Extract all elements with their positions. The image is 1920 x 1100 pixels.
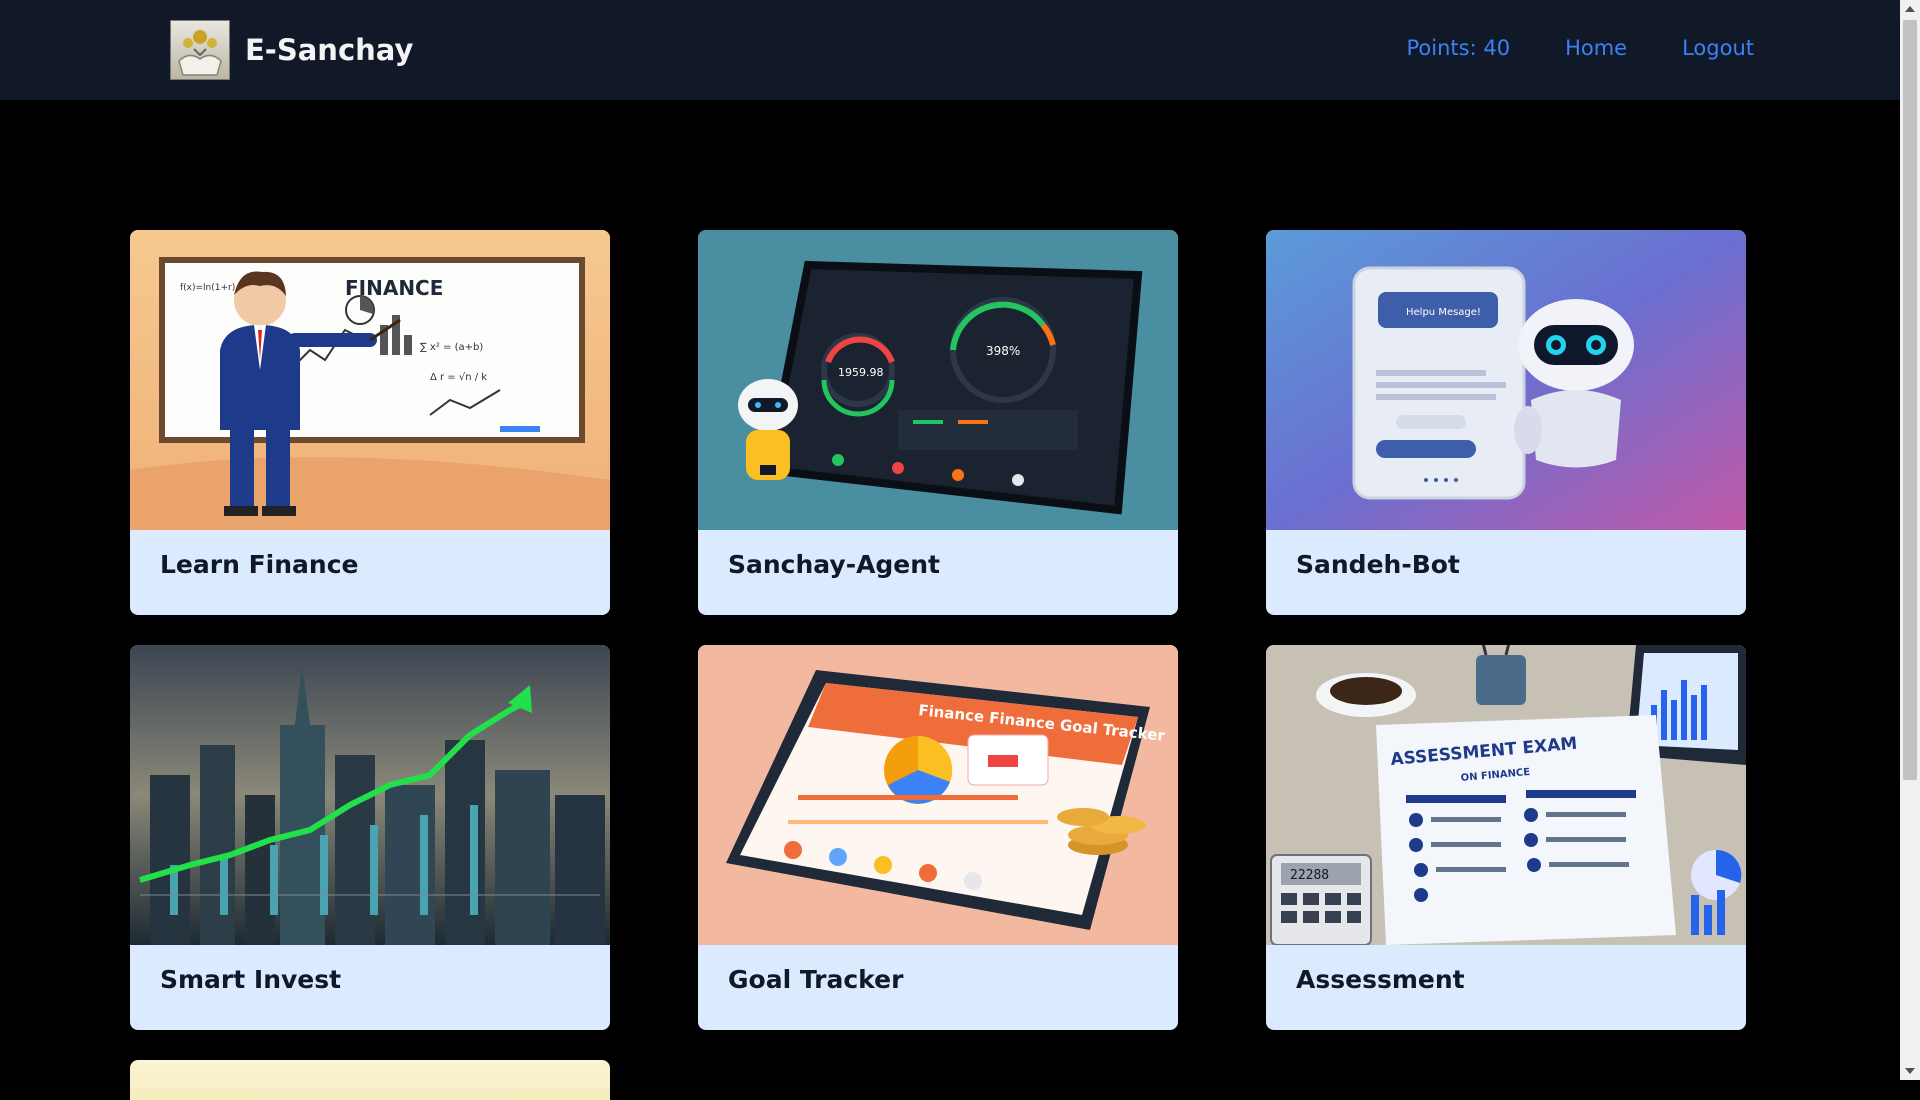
- smart-invest-image: [130, 645, 610, 945]
- points-link[interactable]: Points: 40: [1407, 36, 1511, 60]
- card-title: Sanchay-Agent: [728, 550, 941, 579]
- sandeh-bot-image: Helpu Mesage!: [1266, 230, 1746, 530]
- logout-link[interactable]: Logout: [1682, 36, 1754, 60]
- scroll-down-arrow-icon[interactable]: [1905, 1068, 1915, 1074]
- svg-text:f(x)=ln(1+r): f(x)=ln(1+r): [180, 283, 235, 293]
- home-link[interactable]: Home: [1565, 36, 1627, 60]
- scroll-thumb[interactable]: [1903, 20, 1917, 780]
- dashboard-value-text: 1959.98: [838, 366, 884, 379]
- card-learn-finance[interactable]: FINANCE ∑ x² = (a+b) Δ r = √n / k f(x)=l…: [130, 230, 610, 615]
- card-title: Goal Tracker: [728, 965, 904, 994]
- card-smart-invest[interactable]: Smart Invest: [130, 645, 610, 1030]
- card-sanchay-agent[interactable]: 1959.98 398% Sanchay-Agent: [698, 230, 1178, 615]
- page-scrollbar[interactable]: [1900, 0, 1920, 1080]
- learn-finance-image: FINANCE ∑ x² = (a+b) Δ r = √n / k f(x)=l…: [130, 230, 610, 530]
- svg-text:∑ x² = (a+b): ∑ x² = (a+b): [420, 342, 483, 353]
- card-title: Sandeh-Bot: [1296, 550, 1460, 579]
- scroll-up-arrow-icon[interactable]: [1905, 6, 1915, 12]
- svg-text:Δ r = √n / k: Δ r = √n / k: [430, 372, 487, 383]
- card-sandeh-bot[interactable]: Helpu Mesage! Sandeh-Bot: [1266, 230, 1746, 615]
- card-goal-tracker[interactable]: Finance Finance Goal Tracker Goal Tracke…: [698, 645, 1178, 1030]
- card-title: Assessment: [1296, 965, 1465, 994]
- card-title: Smart Invest: [160, 965, 342, 994]
- brand-name: E-Sanchay: [245, 33, 414, 67]
- chat-bubble-text: Helpu Mesage!: [1406, 307, 1481, 318]
- card-assessment[interactable]: ASSESSMENT EXAM ON FINANCE 22288 Assessm…: [1266, 645, 1746, 1030]
- calculator-display-text: 22288: [1290, 868, 1329, 883]
- top-navbar: E-Sanchay Points: 40 Home Logout: [0, 0, 1900, 100]
- dashboard-percent-text: 398%: [986, 344, 1020, 358]
- nav-links: Points: 40 Home Logout: [1407, 36, 1754, 60]
- goal-tracker-image: Finance Finance Goal Tracker: [698, 645, 1178, 945]
- sanchay-agent-image: 1959.98 398%: [698, 230, 1178, 530]
- assessment-image: ASSESSMENT EXAM ON FINANCE 22288: [1266, 645, 1746, 945]
- logo-icon: [170, 20, 230, 80]
- card-partial-next[interactable]: [130, 1060, 610, 1100]
- card-title: Learn Finance: [160, 550, 359, 579]
- brand[interactable]: E-Sanchay: [170, 20, 413, 80]
